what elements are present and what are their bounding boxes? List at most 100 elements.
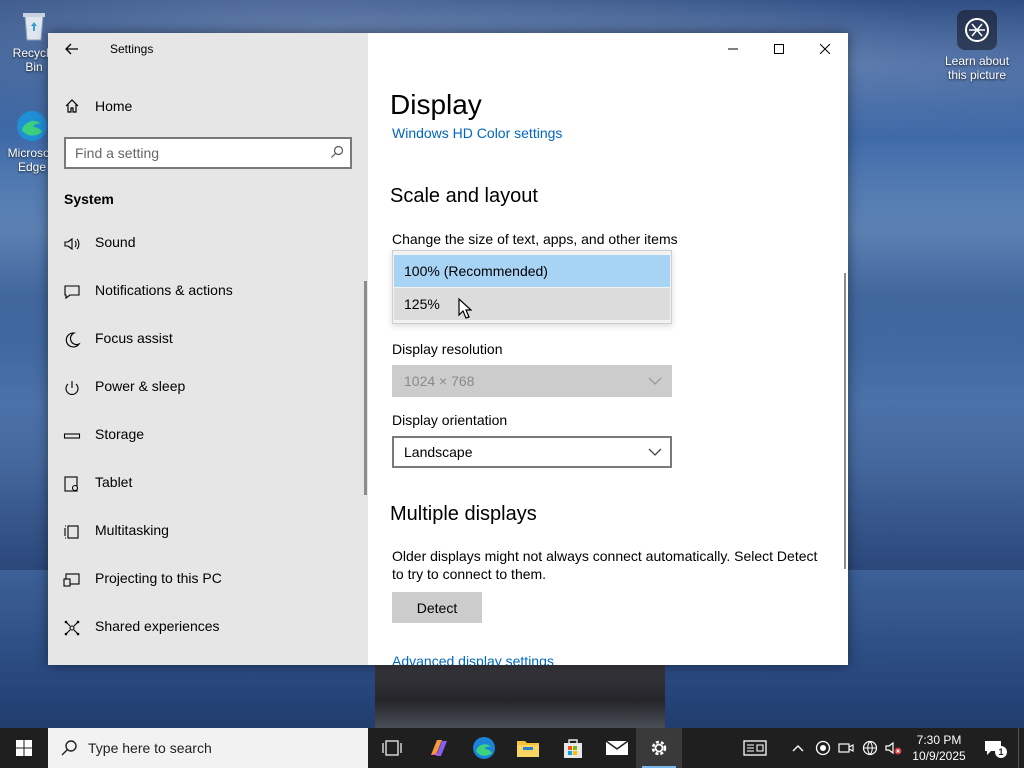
mail-icon bbox=[605, 740, 629, 755]
settings-sidebar: Settings Home System Sound Notifications… bbox=[48, 33, 368, 665]
back-button[interactable] bbox=[58, 37, 86, 61]
sidebar-item-label: Focus assist bbox=[95, 330, 173, 346]
taskbar-file-explorer[interactable] bbox=[505, 728, 551, 768]
copilot-icon bbox=[431, 740, 447, 756]
orientation-label: Display orientation bbox=[392, 412, 508, 428]
resolution-dropdown[interactable]: 1024 × 768 bbox=[392, 365, 672, 397]
sidebar-item-focus-assist[interactable]: Focus assist bbox=[48, 317, 364, 365]
camera-lens-icon bbox=[957, 10, 997, 50]
sidebar-item-projecting[interactable]: Projecting to this PC bbox=[48, 557, 364, 605]
wallpaper-dock bbox=[375, 660, 665, 728]
detect-button[interactable]: Detect bbox=[392, 592, 482, 623]
taskbar-copilot[interactable] bbox=[416, 728, 462, 768]
search-input[interactable] bbox=[66, 139, 316, 167]
sidebar-item-label: Shared experiences bbox=[95, 618, 220, 634]
sidebar-item-shared-experiences[interactable]: Shared experiences bbox=[48, 605, 364, 653]
taskbar-search-box[interactable]: Type here to search bbox=[48, 728, 368, 768]
learn-about-picture[interactable]: Learn about this picture bbox=[940, 10, 1014, 82]
sidebar-nav-list: Sound Notifications & actions Focus assi… bbox=[48, 221, 364, 653]
storage-icon bbox=[63, 433, 81, 439]
notification-icon bbox=[64, 285, 80, 300]
shared-experiences-icon bbox=[64, 620, 80, 636]
scale-layout-heading: Scale and layout bbox=[390, 185, 538, 207]
find-setting-search[interactable] bbox=[64, 137, 352, 169]
orientation-dropdown[interactable]: Landscape bbox=[392, 436, 672, 468]
taskbar: Type here to search 7:30 PM 10/9/2025 bbox=[0, 728, 1024, 768]
taskbar-search-placeholder: Type here to search bbox=[88, 740, 212, 756]
clock-time: 7:30 PM bbox=[916, 733, 962, 747]
resolution-value: 1024 × 768 bbox=[404, 373, 475, 389]
sidebar-item-label: Sound bbox=[95, 234, 136, 250]
minimize-button[interactable] bbox=[710, 33, 756, 65]
sidebar-item-home[interactable]: Home bbox=[48, 89, 368, 123]
recycle-bin-icon bbox=[16, 8, 52, 44]
title-bar[interactable]: Settings bbox=[48, 33, 368, 65]
taskbar-mail[interactable] bbox=[594, 728, 640, 768]
page-title: Display bbox=[390, 89, 482, 120]
tray-meet[interactable] bbox=[835, 728, 857, 768]
maximize-icon bbox=[774, 44, 784, 54]
record-icon bbox=[815, 740, 831, 756]
multitasking-icon bbox=[64, 525, 79, 539]
volume-muted-icon bbox=[885, 741, 902, 755]
sidebar-item-label: Storage bbox=[95, 426, 145, 442]
sidebar-item-storage[interactable]: Storage bbox=[48, 413, 364, 461]
store-icon bbox=[564, 739, 582, 758]
multiple-displays-text: Older displays might not always connect … bbox=[392, 548, 818, 582]
chevron-down-icon bbox=[648, 448, 662, 456]
taskbar-clock[interactable]: 7:30 PM 10/9/2025 bbox=[906, 732, 972, 764]
scale-dropdown-list: 100% (Recommended) 125% bbox=[392, 250, 672, 324]
scale-label: Change the size of text, apps, and other… bbox=[392, 231, 678, 247]
multiple-displays-heading: Multiple displays bbox=[390, 503, 537, 525]
tray-show-hidden[interactable] bbox=[788, 728, 808, 768]
sidebar-item-label: Multitasking bbox=[95, 522, 169, 538]
search-icon bbox=[331, 145, 344, 158]
start-button[interactable] bbox=[0, 728, 48, 768]
edge-icon bbox=[473, 737, 495, 759]
task-view-icon bbox=[382, 740, 402, 756]
window-controls bbox=[710, 33, 848, 65]
tray-record[interactable] bbox=[812, 728, 834, 768]
scale-option-125[interactable]: 125% bbox=[394, 288, 670, 320]
window-title: Settings bbox=[110, 42, 154, 56]
taskbar-task-view[interactable] bbox=[369, 728, 415, 768]
tray-network[interactable] bbox=[859, 728, 881, 768]
advanced-display-settings-link[interactable]: Advanced display settings bbox=[392, 653, 554, 665]
tray-news-widget[interactable] bbox=[738, 728, 772, 768]
tray-volume[interactable] bbox=[882, 728, 904, 768]
hd-color-settings-link[interactable]: Windows HD Color settings bbox=[392, 125, 562, 141]
news-icon bbox=[743, 740, 767, 756]
taskbar-settings[interactable] bbox=[636, 728, 682, 768]
sidebar-item-tablet[interactable]: Tablet bbox=[48, 461, 364, 509]
power-icon bbox=[65, 381, 79, 395]
file-explorer-icon bbox=[517, 741, 539, 757]
orientation-value: Landscape bbox=[404, 444, 473, 460]
sidebar-item-label: Tablet bbox=[95, 474, 133, 490]
scale-option-100[interactable]: 100% (Recommended) bbox=[394, 255, 670, 287]
settings-window: Settings Home System Sound Notifications… bbox=[48, 33, 848, 665]
content-scrollbar[interactable] bbox=[844, 273, 846, 569]
minimize-icon bbox=[728, 48, 738, 50]
sidebar-scrollbar[interactable] bbox=[364, 281, 367, 495]
taskbar-store[interactable] bbox=[550, 728, 596, 768]
tablet-icon bbox=[64, 476, 79, 492]
close-button[interactable] bbox=[802, 33, 848, 65]
sidebar-item-sound[interactable]: Sound bbox=[48, 221, 364, 269]
edge-icon bbox=[14, 108, 50, 144]
maximize-button[interactable] bbox=[756, 33, 802, 65]
show-desktop-button[interactable] bbox=[1018, 728, 1024, 768]
learn-about-label: Learn about this picture bbox=[944, 54, 1010, 82]
scale-option-label: 100% (Recommended) bbox=[404, 263, 548, 279]
camera-icon bbox=[838, 743, 854, 753]
chevron-down-icon bbox=[648, 377, 662, 385]
sidebar-item-label: Power & sleep bbox=[95, 378, 186, 394]
resolution-label: Display resolution bbox=[392, 341, 503, 357]
sidebar-item-notifications[interactable]: Notifications & actions bbox=[48, 269, 364, 317]
section-heading-system: System bbox=[64, 191, 114, 207]
taskbar-edge[interactable] bbox=[461, 728, 507, 768]
search-icon bbox=[61, 740, 77, 756]
mouse-cursor-icon bbox=[458, 298, 472, 319]
sidebar-item-multitasking[interactable]: Multitasking bbox=[48, 509, 364, 557]
speaker-icon bbox=[64, 237, 80, 251]
sidebar-item-power-sleep[interactable]: Power & sleep bbox=[48, 365, 364, 413]
